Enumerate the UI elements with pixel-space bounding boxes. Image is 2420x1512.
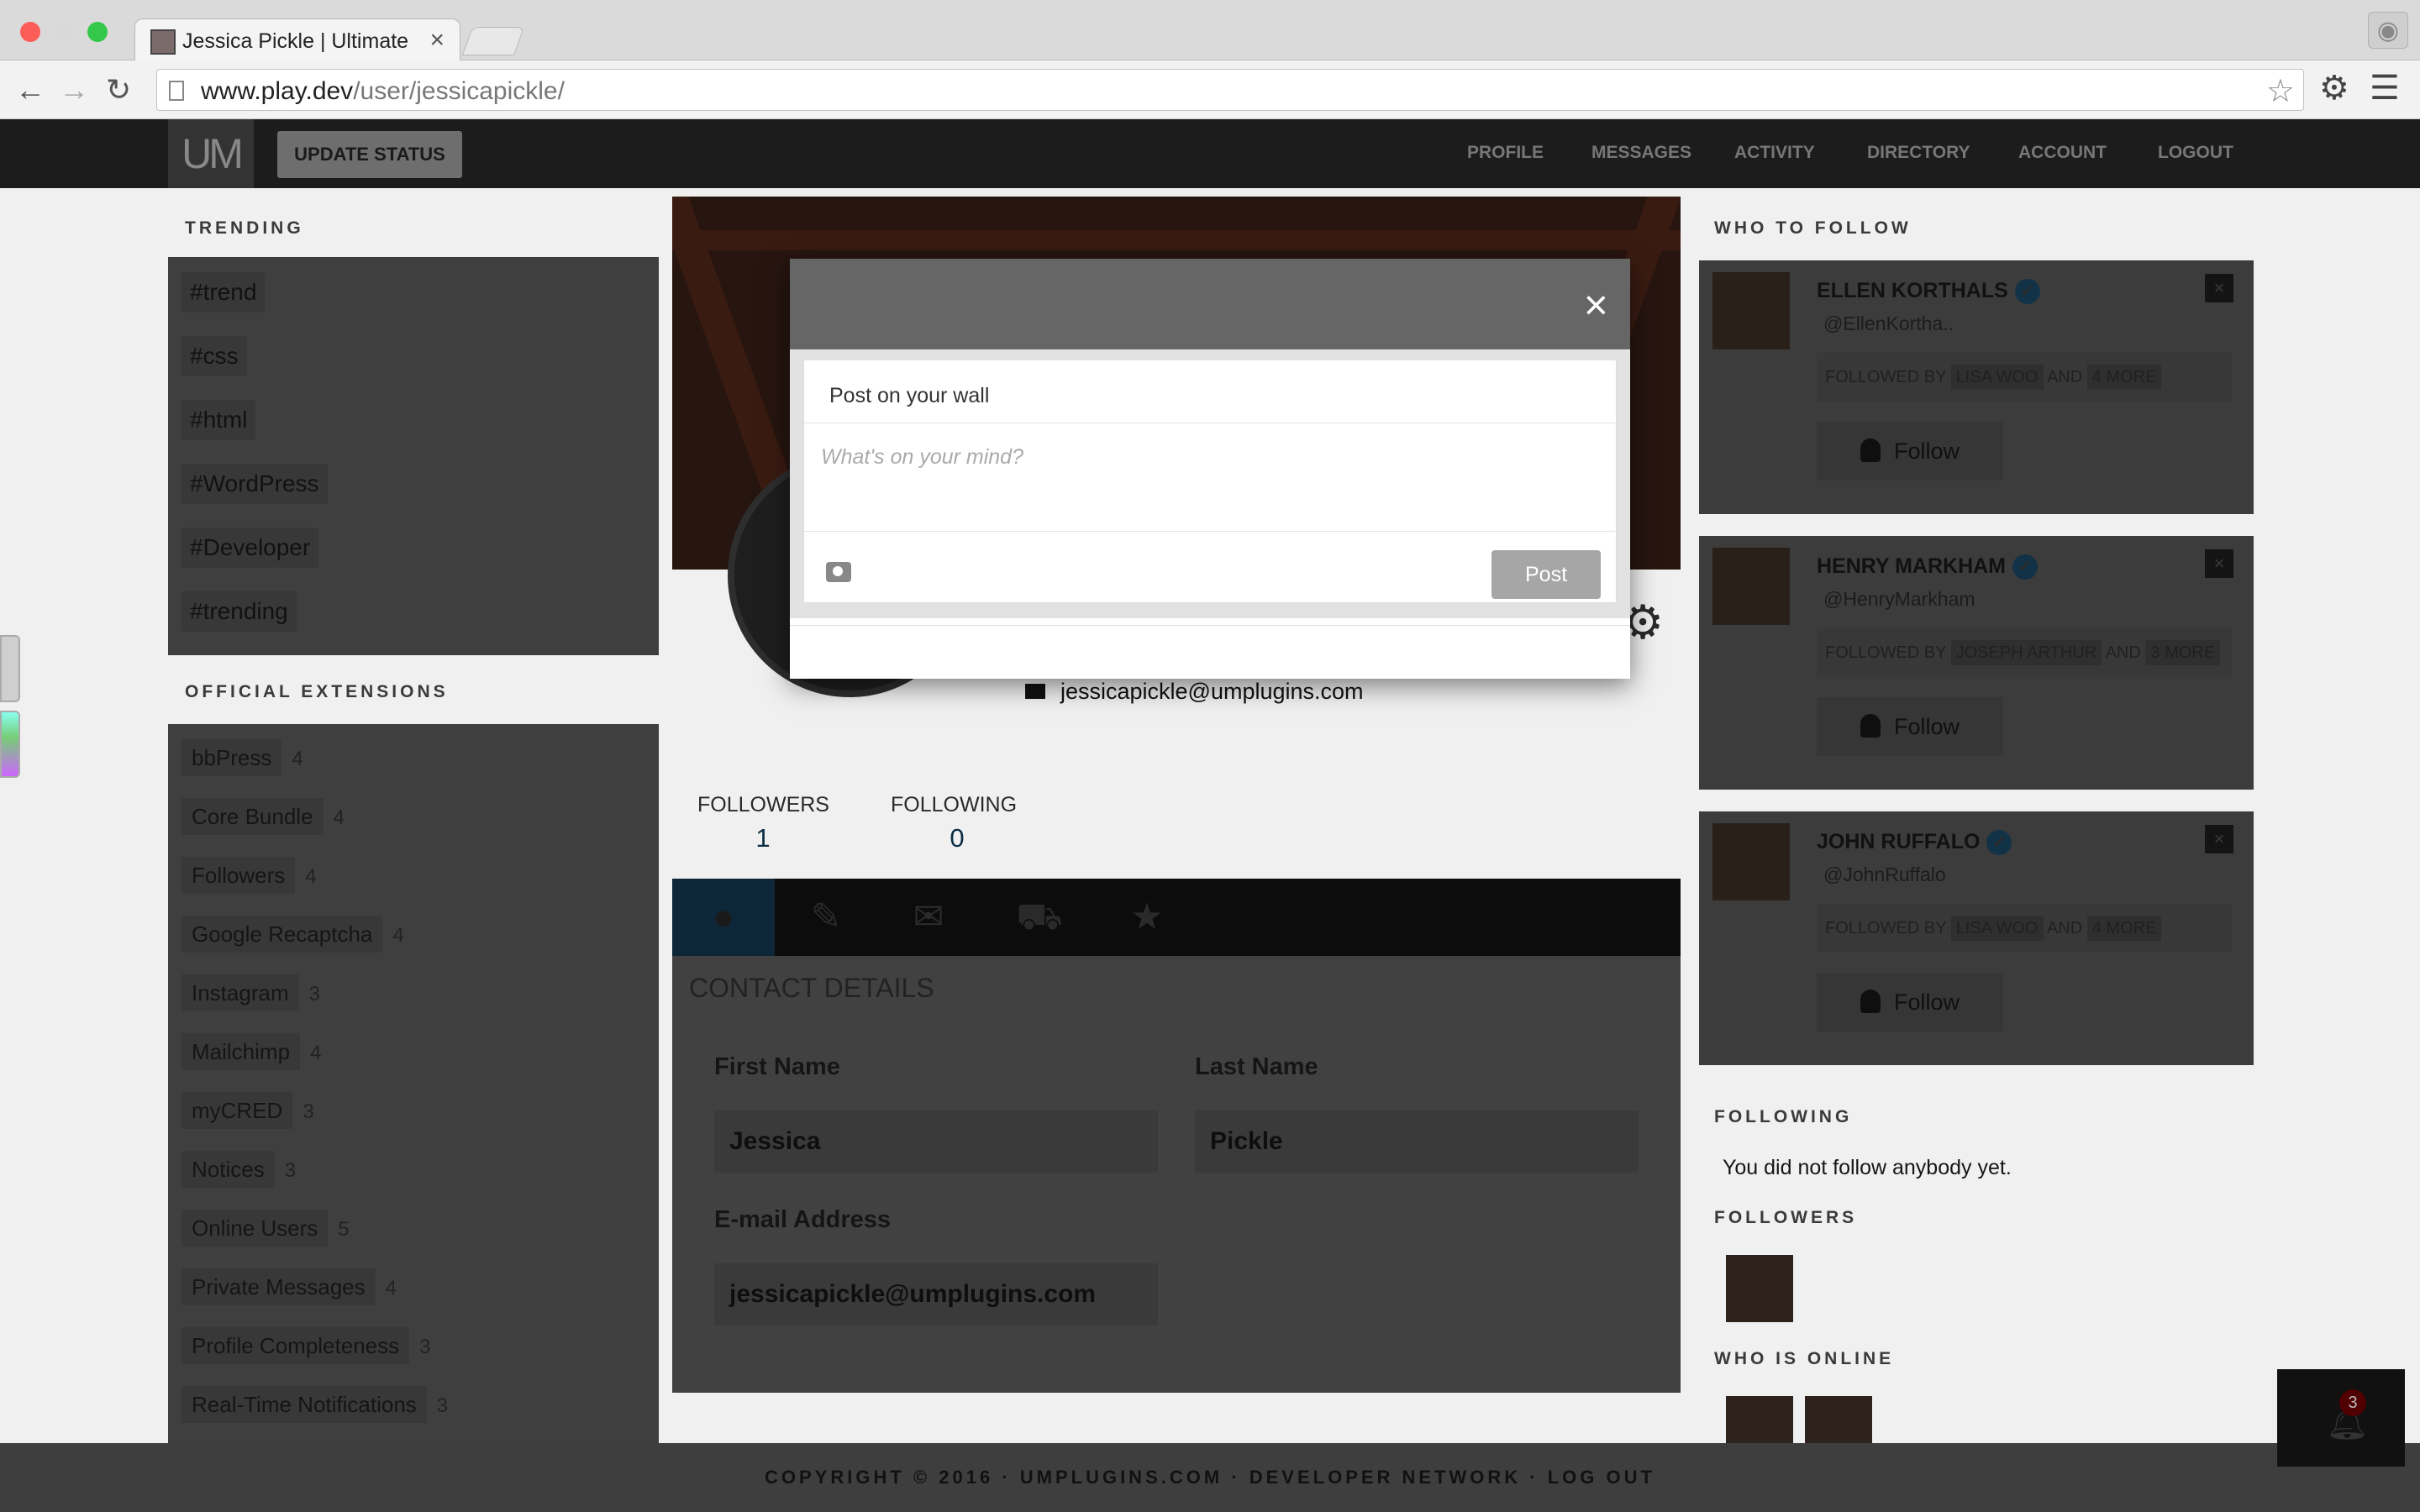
page-icon: [169, 81, 184, 101]
reload-icon[interactable]: ↻: [106, 72, 131, 108]
post-form: Post on your wall Post: [803, 360, 1617, 603]
browser-tab-strip: Jessica Pickle | Ultimate Me × ◉: [0, 0, 2420, 62]
browser-toolbar: ← → ↻ www.play.dev/user/jessicapickle/ ☆…: [0, 60, 2420, 119]
url-text: www.play.dev/user/jessicapickle/: [201, 77, 565, 106]
forward-arrow-icon[interactable]: →: [59, 72, 89, 108]
bookmark-star-icon[interactable]: ☆: [2266, 72, 2295, 110]
post-modal: × Post on your wall Post: [790, 259, 1630, 679]
browser-tab[interactable]: Jessica Pickle | Ultimate Me ×: [134, 18, 460, 62]
gear-icon[interactable]: ⚙: [2319, 69, 2349, 108]
zoom-window-button[interactable]: [87, 22, 108, 42]
camera-icon[interactable]: [826, 562, 851, 582]
post-button[interactable]: Post: [1491, 550, 1601, 599]
footer-text[interactable]: COPYRIGHT © 2016 · UMPLUGINS.COM · DEVEL…: [0, 1467, 2420, 1488]
address-bar[interactable]: www.play.dev/user/jessicapickle/ ☆: [156, 69, 2304, 111]
url-path: /user/jessicapickle/: [353, 77, 565, 105]
tab-close-icon[interactable]: ×: [429, 26, 445, 55]
new-tab-button[interactable]: [461, 27, 525, 55]
back-arrow-icon[interactable]: ←: [15, 72, 45, 108]
post-textarea[interactable]: [804, 423, 1616, 532]
menu-icon[interactable]: ☰: [2370, 69, 2400, 108]
minimize-window-button[interactable]: [54, 22, 74, 42]
modal-header: ×: [790, 259, 1630, 349]
favicon-icon: [150, 29, 176, 55]
site-footer: COPYRIGHT © 2016 · UMPLUGINS.COM · DEVEL…: [0, 1443, 2420, 1512]
modal-footer: [790, 625, 1630, 679]
url-domain: www.play.dev: [201, 77, 354, 105]
browser-profile-icon[interactable]: ◉: [2368, 12, 2408, 49]
post-form-title: Post on your wall: [829, 384, 990, 407]
modal-close-icon[interactable]: ×: [1584, 281, 1608, 329]
tab-title: Jessica Pickle | Ultimate Me: [182, 29, 409, 53]
close-window-button[interactable]: [20, 22, 40, 42]
